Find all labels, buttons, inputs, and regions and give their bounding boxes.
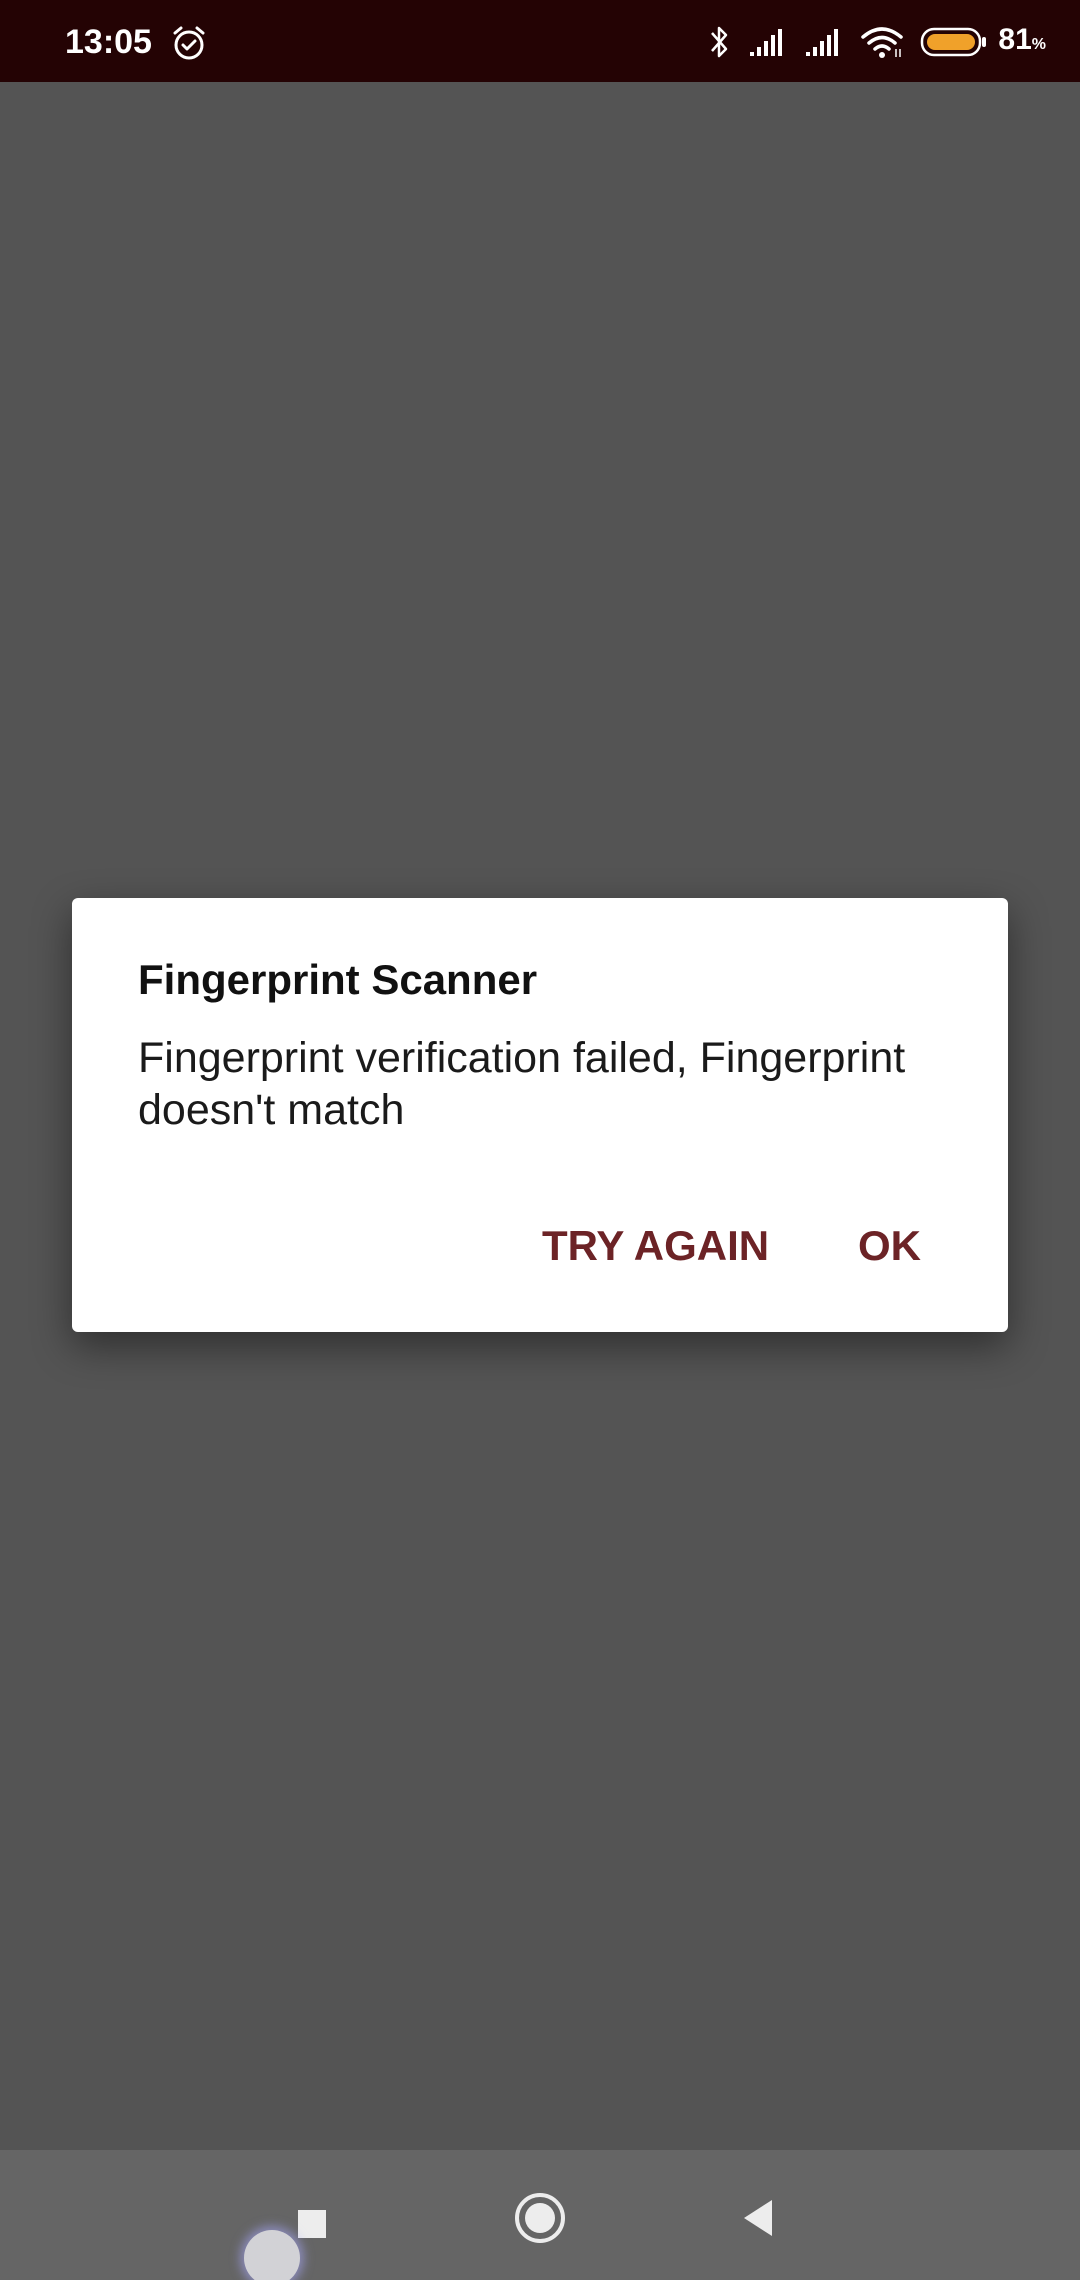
dialog-message: Fingerprint verification failed, Fingerp… bbox=[138, 1034, 906, 1134]
home-icon[interactable] bbox=[512, 2190, 568, 2246]
fingerprint-dialog: Fingerprint Scanner Fingerprint verifica… bbox=[72, 898, 1008, 1332]
status-time: 13:05 bbox=[65, 23, 152, 61]
signal-icon bbox=[750, 29, 783, 56]
alarm-icon bbox=[173, 26, 205, 60]
touch-indicator bbox=[244, 2230, 300, 2280]
navigation-bar bbox=[0, 2150, 1080, 2280]
battery-percentage: 81% bbox=[998, 22, 1046, 56]
signal-icon bbox=[806, 29, 839, 56]
dialog-title: Fingerprint Scanner bbox=[138, 956, 538, 1003]
status-icons: 81% bbox=[692, 20, 1046, 64]
back-icon[interactable] bbox=[738, 2194, 778, 2242]
try-again-button[interactable]: TRY AGAIN bbox=[542, 1214, 769, 1278]
status-bar: 13:05 81% bbox=[0, 0, 1080, 82]
ok-button[interactable]: OK bbox=[858, 1214, 921, 1278]
screen: 13:05 81% Fingerprint Scanner Fingerprin… bbox=[0, 0, 1080, 2280]
battery-icon bbox=[921, 27, 987, 57]
wifi-icon bbox=[861, 27, 904, 58]
recents-icon[interactable] bbox=[290, 2202, 334, 2246]
bluetooth-icon bbox=[711, 26, 728, 58]
